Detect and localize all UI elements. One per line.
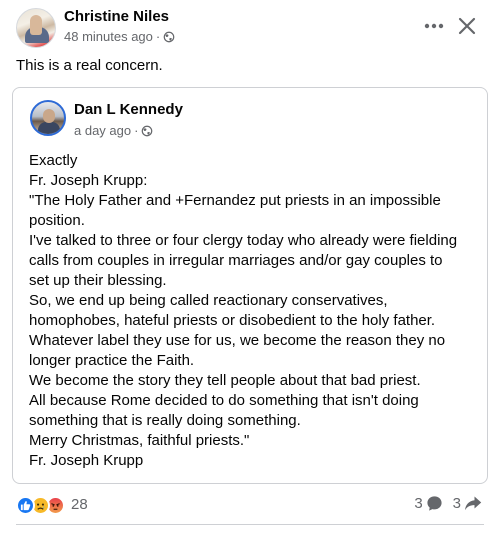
shared-author-avatar[interactable] — [30, 100, 66, 136]
shared-text-line: Fr. Joseph Krupp: — [29, 172, 148, 189]
shared-text-line: I've talked to three or four clergy toda… — [29, 232, 458, 249]
shared-text-line: Exactly — [29, 152, 78, 169]
like-reaction-icon — [16, 495, 35, 515]
shared-text-line: All because Rome decided to do something… — [29, 392, 419, 409]
comment-count: 3 — [414, 495, 423, 512]
close-icon — [458, 17, 476, 35]
globe-icon — [163, 31, 175, 43]
shared-text-line: Merry Christmas, faithful priests." — [29, 432, 250, 449]
author-name[interactable]: Christine Niles — [64, 8, 169, 26]
shared-post-text: Exactly Fr. Joseph Krupp: "The Holy Fath… — [29, 151, 481, 471]
share-icon — [465, 496, 482, 511]
shared-text-line: So, we end up being called reactionary c… — [29, 292, 388, 309]
shared-author-name[interactable]: Dan L Kennedy — [74, 101, 183, 119]
shared-text-line: longer practice the Faith. — [29, 352, 195, 369]
post-timestamp[interactable]: 48 minutes ago — [64, 29, 153, 45]
shared-text-line: something that is really doing something… — [29, 412, 301, 429]
shared-meta-separator: · — [134, 123, 139, 138]
shared-text-line: Fr. Joseph Krupp — [29, 452, 144, 469]
more-options-button[interactable] — [420, 14, 448, 38]
reactions-summary[interactable]: 28 — [16, 494, 88, 516]
post-meta: 48 minutes ago · — [64, 29, 175, 45]
reaction-count[interactable]: 28 — [71, 495, 88, 515]
post-footer: 28 3 3 — [16, 492, 486, 518]
post-text: This is a real concern. — [16, 57, 163, 74]
footer-divider — [16, 524, 484, 525]
share-count: 3 — [452, 495, 461, 512]
facebook-post: Christine Niles 48 minutes ago · This is… — [0, 0, 498, 533]
shared-text-line: We become the story they tell people abo… — [29, 372, 421, 389]
shared-post-card[interactable]: Dan L Kennedy a day ago · Exactly Fr. Jo… — [12, 87, 488, 484]
shared-text-line: Whatever label they use for us, we becom… — [29, 332, 446, 349]
shared-text-line: position. — [29, 212, 85, 229]
shared-timestamp[interactable]: a day ago — [74, 123, 131, 139]
shared-text-line: calls from couples in irregular marriage… — [29, 252, 443, 269]
shared-post-meta: a day ago · — [74, 123, 153, 139]
globe-icon — [142, 125, 153, 137]
post-header: Christine Niles 48 minutes ago · — [16, 8, 486, 48]
engagement-counts: 3 3 — [414, 495, 482, 512]
comment-count-button[interactable]: 3 — [414, 495, 442, 512]
meta-separator: · — [155, 29, 161, 44]
shared-text-line: set up their blessing. — [29, 272, 167, 289]
comment-icon — [427, 496, 442, 511]
author-avatar[interactable] — [16, 8, 56, 48]
more-horizontal-icon — [424, 23, 444, 29]
shared-text-line: "The Holy Father and +Fernandez put prie… — [29, 192, 441, 209]
share-count-button[interactable]: 3 — [453, 495, 482, 512]
close-button[interactable] — [454, 13, 480, 39]
shared-text-line: homophobes, hateful priests or disobedie… — [29, 312, 436, 329]
